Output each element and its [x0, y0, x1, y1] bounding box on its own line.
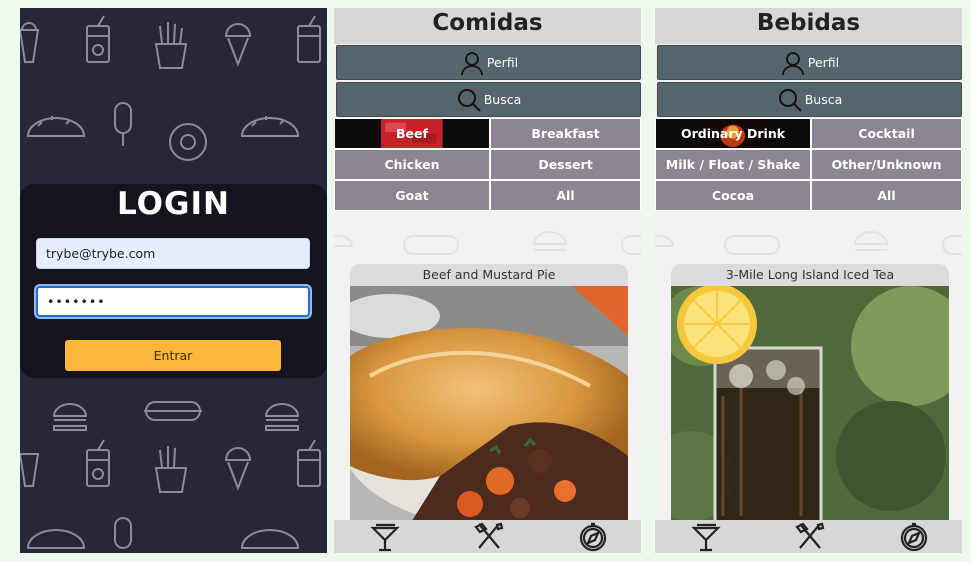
- profile-icon: [460, 51, 483, 75]
- page-title: Bebidas: [655, 8, 962, 44]
- recipe-name: Beef and Mustard Pie: [422, 267, 556, 282]
- bottom-nav: [655, 520, 962, 553]
- category-dessert[interactable]: Dessert: [490, 149, 641, 180]
- category-filters: Ordinary Drink Cocktail Milk / Float / S…: [655, 118, 962, 211]
- category-ordinary-drink[interactable]: Ordinary Drink: [655, 118, 811, 149]
- category-cocoa[interactable]: Cocoa: [655, 180, 811, 211]
- fork-knife-icon[interactable]: [473, 521, 505, 553]
- login-button[interactable]: Entrar: [65, 340, 281, 371]
- category-beef[interactable]: Beef: [334, 118, 490, 149]
- profile-button[interactable]: Perfil: [336, 45, 641, 80]
- foods-screen: Comidas Perfil Busca Beef Breakfast Chic…: [334, 8, 641, 553]
- category-all[interactable]: All: [490, 180, 641, 211]
- category-filters: Beef Breakfast Chicken Dessert Goat All: [334, 118, 641, 211]
- category-all[interactable]: All: [811, 180, 962, 211]
- email-field[interactable]: [36, 238, 310, 269]
- category-chicken[interactable]: Chicken: [334, 149, 490, 180]
- recipe-card[interactable]: 3-Mile Long Island Iced Tea: [671, 264, 949, 524]
- category-other-unknown[interactable]: Other/Unknown: [811, 149, 962, 180]
- page-title: Comidas: [334, 8, 641, 44]
- category-breakfast[interactable]: Breakfast: [490, 118, 641, 149]
- login-title: LOGIN: [117, 186, 230, 222]
- recipe-name: 3-Mile Long Island Iced Tea: [725, 267, 895, 282]
- search-label: Busca: [483, 92, 522, 107]
- search-label: Busca: [804, 92, 843, 107]
- category-milk-float-shake[interactable]: Milk / Float / Shake: [655, 149, 811, 180]
- profile-button[interactable]: Perfil: [657, 45, 962, 80]
- search-icon: [778, 88, 802, 112]
- recipe-photo: [671, 286, 949, 524]
- fork-knife-icon[interactable]: [794, 521, 826, 553]
- profile-icon: [781, 51, 804, 75]
- profile-label: Perfil: [486, 55, 519, 70]
- drink-icon[interactable]: [690, 521, 722, 553]
- login-screen: LOGIN Entrar: [20, 8, 327, 553]
- password-field[interactable]: [36, 286, 310, 317]
- category-goat[interactable]: Goat: [334, 180, 490, 211]
- drinks-screen: Bebidas Perfil Busca Ordinary Drink Cock…: [655, 8, 962, 553]
- compass-icon[interactable]: [577, 521, 609, 553]
- drink-icon[interactable]: [369, 521, 401, 553]
- search-button[interactable]: Busca: [336, 82, 641, 117]
- search-button[interactable]: Busca: [657, 82, 962, 117]
- category-cocktail[interactable]: Cocktail: [811, 118, 962, 149]
- recipe-photo: [350, 286, 628, 524]
- recipe-card[interactable]: Beef and Mustard Pie: [350, 264, 628, 524]
- profile-label: Perfil: [807, 55, 840, 70]
- compass-icon[interactable]: [898, 521, 930, 553]
- bottom-nav: [334, 520, 641, 553]
- search-icon: [457, 88, 481, 112]
